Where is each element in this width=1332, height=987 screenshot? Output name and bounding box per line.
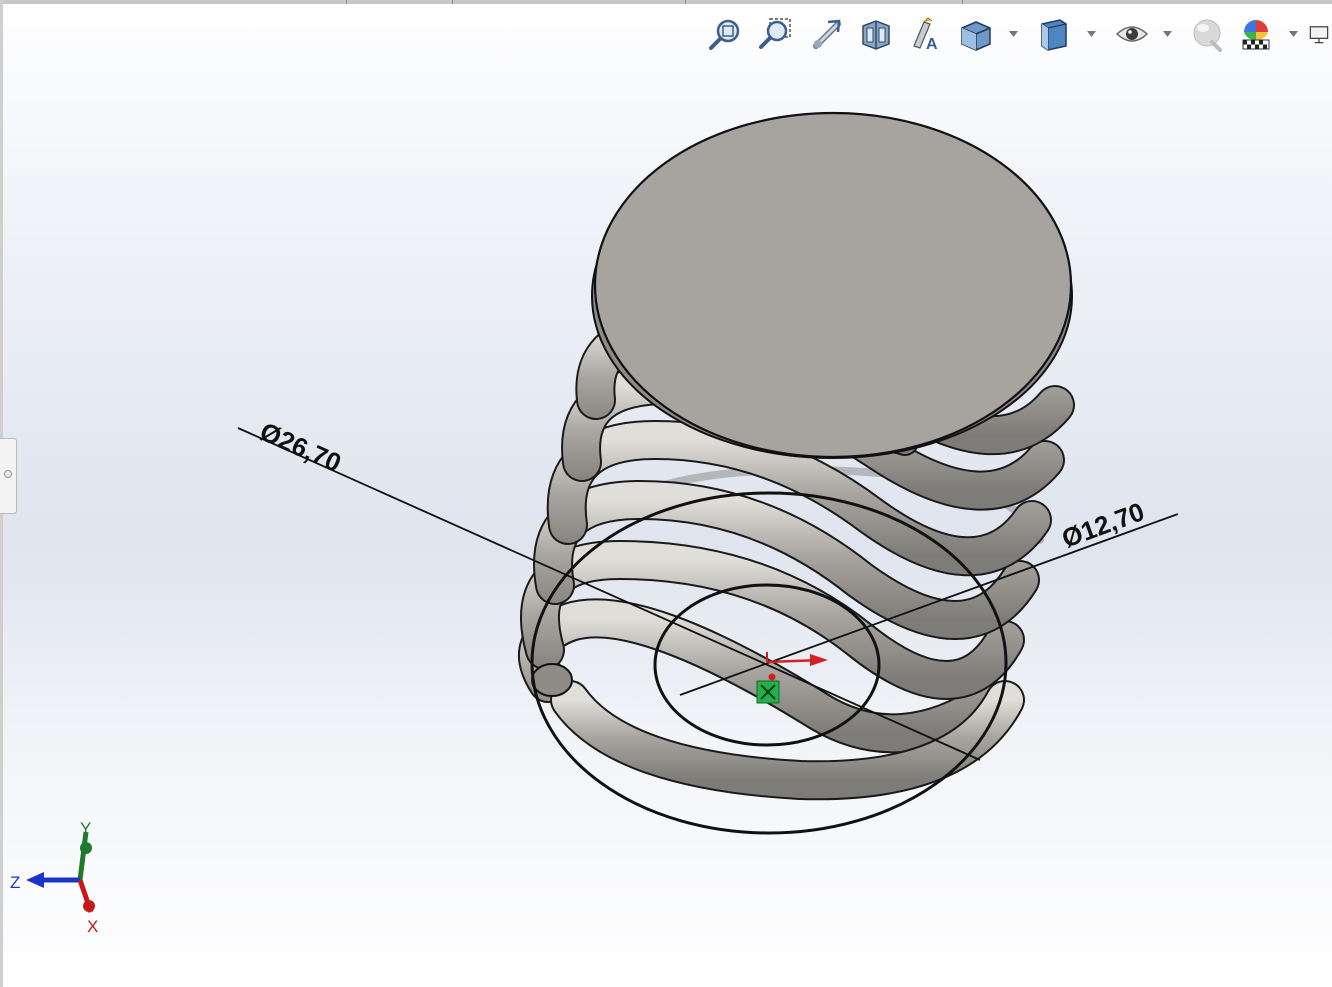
triad-y-label: Y [80,819,91,838]
triad-x-label: X [87,917,98,936]
triad-y-axis [77,831,89,881]
triad-z-label: Z [10,873,20,892]
end-disk[interactable] [591,111,1073,459]
model-scene: Ø26,70 Ø12,70 Y Z X [10,111,1179,936]
graphics-area[interactable]: A Ø26,70 Ø12,70 Y Z X [0,0,1332,987]
inner-diameter-dimension[interactable]: Ø12,70 [1058,496,1148,553]
outer-diameter-dimension[interactable]: Ø26,70 [256,416,346,478]
coordinate-triad: Y Z X [10,819,98,936]
